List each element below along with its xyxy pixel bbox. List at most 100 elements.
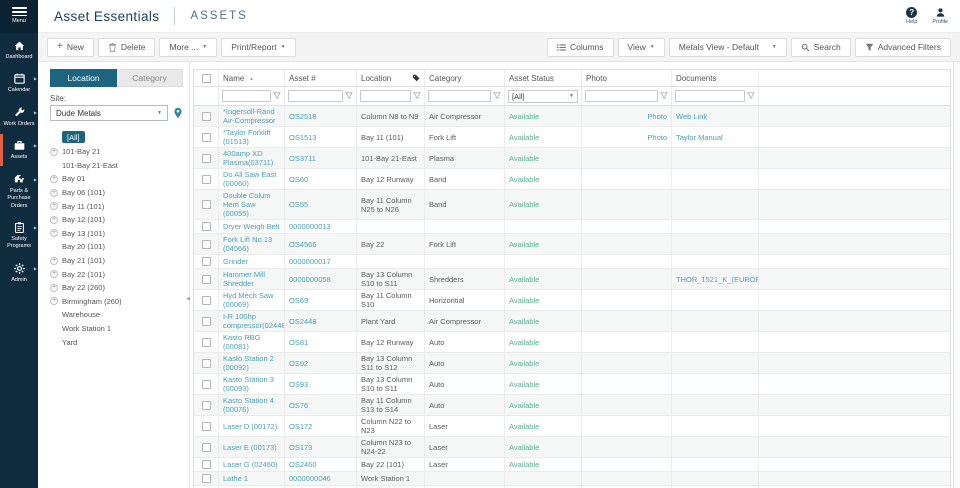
tree-item[interactable]: Work Station 1 bbox=[50, 322, 183, 336]
asset-name-link[interactable]: *Ingersoll-Rand Air-Compressor bbox=[223, 107, 280, 125]
tree-item[interactable]: Warehouse bbox=[50, 308, 183, 322]
sidebar-item-safety-programs[interactable]: Safety Programs ▶ bbox=[0, 215, 38, 256]
print-report-button[interactable]: Print/Report ▼ bbox=[221, 37, 296, 57]
advanced-filters-button[interactable]: Advanced Filters bbox=[854, 37, 951, 57]
asset-name-link[interactable]: Grinder bbox=[223, 257, 248, 266]
tree-item[interactable]: + Bay 21 (101) bbox=[50, 254, 183, 268]
tree-item[interactable]: +101-Bay 21 bbox=[50, 145, 183, 159]
tree-expand-icon[interactable]: + bbox=[50, 215, 58, 224]
row-checkbox[interactable] bbox=[201, 316, 211, 326]
name-filter-input[interactable] bbox=[222, 90, 271, 102]
tab-category[interactable]: Category bbox=[117, 69, 183, 87]
document-link[interactable]: THOR_1521_K_(EUROPA).p bbox=[676, 275, 758, 284]
funnel-icon[interactable] bbox=[413, 92, 421, 100]
tree-expand-icon[interactable]: + bbox=[50, 283, 58, 292]
location-filter-input[interactable] bbox=[360, 90, 411, 102]
asset-name-link[interactable]: Lathe 1 bbox=[223, 474, 248, 483]
category-filter-input[interactable] bbox=[428, 90, 491, 102]
asset-name-link[interactable]: Do All Saw East (00060) bbox=[223, 170, 280, 188]
row-checkbox[interactable] bbox=[201, 174, 211, 184]
asset-number-filter-input[interactable] bbox=[288, 90, 343, 102]
row-checkbox[interactable] bbox=[201, 222, 211, 231]
column-header-location[interactable]: Location bbox=[357, 70, 425, 86]
asset-status-filter-dropdown[interactable]: [All] ▼ bbox=[508, 89, 578, 103]
tree-item[interactable]: + Birmingham (260) bbox=[50, 295, 183, 309]
tree-expand-icon[interactable]: + bbox=[50, 297, 58, 306]
column-header-asset-status[interactable]: Asset Status bbox=[505, 70, 582, 86]
funnel-icon[interactable] bbox=[747, 92, 755, 100]
asset-name-link[interactable]: Hammer Mill Shredder bbox=[223, 270, 280, 288]
row-checkbox[interactable] bbox=[201, 460, 211, 469]
row-checkbox[interactable] bbox=[201, 421, 211, 431]
asset-number-link[interactable]: OS60 bbox=[289, 175, 308, 184]
tree-expand-icon[interactable]: + bbox=[50, 202, 58, 211]
asset-number-link[interactable]: OS2448 bbox=[289, 317, 317, 326]
asset-number-link[interactable]: OS2460 bbox=[289, 460, 317, 469]
photo-link[interactable]: Photo bbox=[647, 112, 667, 121]
tree-expand-icon[interactable]: + bbox=[50, 188, 58, 197]
asset-number-link[interactable]: 0000000058 bbox=[289, 275, 331, 284]
row-checkbox[interactable] bbox=[201, 274, 211, 284]
asset-name-link[interactable]: Double Colum Hem Saw (00055) bbox=[223, 191, 280, 218]
asset-name-link[interactable]: Hyd Mech Saw (00069) bbox=[223, 291, 280, 309]
asset-number-link[interactable]: OS2518 bbox=[289, 112, 317, 121]
asset-number-link[interactable]: 0000000017 bbox=[289, 257, 331, 266]
tree-item[interactable]: + Bay 22 (101) bbox=[50, 267, 183, 281]
asset-number-link[interactable]: OS3711 bbox=[289, 154, 316, 163]
tree-item[interactable]: + Bay 01 bbox=[50, 172, 183, 186]
asset-number-link[interactable]: OS93 bbox=[289, 380, 308, 389]
asset-name-link[interactable]: Kasto Station 4 (00076) bbox=[223, 396, 280, 414]
sidebar-item-dashboard[interactable]: Dashboard bbox=[0, 33, 38, 66]
tree-expand-icon[interactable]: + bbox=[50, 229, 58, 238]
asset-name-link[interactable]: Kasto RBG (00081) bbox=[223, 333, 280, 351]
row-checkbox[interactable] bbox=[201, 200, 211, 209]
asset-name-link[interactable]: Kasto Station 3 (00093) bbox=[223, 375, 280, 393]
tree-item[interactable]: 101-Bay 21-East bbox=[50, 159, 183, 173]
asset-number-link[interactable]: 0000000013 bbox=[289, 222, 331, 231]
sidebar-item-parts-purchase-orders[interactable]: Parts & Purchase Orders ▶ bbox=[0, 167, 38, 215]
asset-number-link[interactable]: OS173 bbox=[289, 443, 312, 452]
new-button[interactable]: + New bbox=[47, 37, 94, 57]
asset-name-link[interactable]: Dryer Weigh Belt bbox=[223, 222, 280, 231]
tree-item[interactable]: + Bay 22 (260) bbox=[50, 281, 183, 295]
tree-item-selected[interactable]: [All] bbox=[62, 131, 85, 143]
row-checkbox[interactable] bbox=[201, 295, 211, 305]
asset-number-link[interactable]: OS81 bbox=[289, 338, 308, 347]
funnel-icon[interactable] bbox=[493, 92, 501, 100]
tree-item[interactable]: + Bay 11 (101) bbox=[50, 199, 183, 213]
asset-number-link[interactable]: OS76 bbox=[289, 401, 308, 410]
tree-expand-icon[interactable]: + bbox=[50, 256, 58, 265]
map-pin-icon[interactable] bbox=[173, 107, 183, 119]
asset-name-link[interactable]: Laser D (00172) bbox=[223, 422, 277, 431]
document-link[interactable]: Web Link bbox=[676, 112, 707, 121]
tree-item[interactable]: Yard bbox=[50, 335, 183, 349]
photo-filter-input[interactable] bbox=[585, 90, 658, 102]
asset-number-link[interactable]: OS55 bbox=[289, 200, 308, 209]
sidebar-item-work-orders[interactable]: Work Orders ▶ bbox=[0, 100, 38, 133]
help-button[interactable]: ? Help bbox=[906, 7, 917, 25]
photo-link[interactable]: Photo bbox=[647, 133, 667, 142]
tree-item[interactable]: [All] bbox=[50, 129, 183, 145]
asset-name-link[interactable]: Laser E (00173) bbox=[223, 443, 277, 452]
row-checkbox[interactable] bbox=[201, 132, 211, 142]
asset-name-link[interactable]: 400amp XD Plasma(03711) bbox=[223, 149, 280, 167]
asset-name-link[interactable]: Fork Lift No 13 (04566) bbox=[223, 235, 280, 253]
asset-number-link[interactable]: OS1513 bbox=[289, 133, 317, 142]
column-header-documents[interactable]: Documents bbox=[672, 70, 759, 86]
search-button[interactable]: Search bbox=[790, 37, 851, 57]
delete-button[interactable]: Delete bbox=[97, 37, 156, 57]
tree-expand-icon[interactable]: + bbox=[50, 174, 58, 183]
column-header-photo[interactable]: Photo bbox=[582, 70, 672, 86]
funnel-icon[interactable] bbox=[273, 92, 281, 100]
row-checkbox[interactable] bbox=[201, 379, 211, 389]
view-button[interactable]: View ▼ bbox=[617, 37, 665, 57]
sidebar-item-admin[interactable]: Admin ▶ bbox=[0, 256, 38, 289]
tree-expand-icon[interactable]: + bbox=[50, 270, 58, 279]
row-checkbox[interactable] bbox=[201, 358, 211, 368]
profile-button[interactable]: Profile bbox=[932, 7, 948, 25]
asset-number-link[interactable]: OS92 bbox=[289, 359, 308, 368]
column-header-asset-number[interactable]: Asset # bbox=[285, 70, 357, 86]
row-checkbox[interactable] bbox=[201, 442, 211, 452]
tree-item[interactable]: + Bay 13 (101) bbox=[50, 227, 183, 241]
column-header-category[interactable]: Category bbox=[425, 70, 505, 86]
